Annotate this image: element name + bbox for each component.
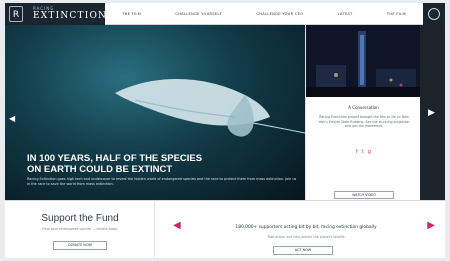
social-links: f t g bbox=[306, 149, 421, 155]
page-frame: R RACING EXTINCTION THE FILM CHALLENGE Y… bbox=[5, 3, 445, 258]
carousel-next-strip: ▶ bbox=[420, 25, 445, 200]
side-panel-text: Racing Extinction project brought the fi… bbox=[318, 115, 410, 129]
side-panel: A Conversation Racing Extinction project… bbox=[305, 25, 421, 200]
bottom-section: Support the Fund Help save endangered sp… bbox=[5, 200, 445, 258]
side-panel-title: A Conversation bbox=[348, 105, 379, 110]
watch-video-button[interactable]: WATCH VIDEO bbox=[334, 191, 394, 199]
pledge-carousel: ◀ 180,000+ supporters acting bit by bit,… bbox=[155, 201, 445, 258]
hero-headline-line-1: IN 100 YEARS, HALF OF THE SPECIES bbox=[27, 153, 203, 164]
pledge-next-arrow-icon[interactable]: ▶ bbox=[427, 221, 435, 231]
top-nav-bar: R RACING EXTINCTION THE FILM CHALLENGE Y… bbox=[5, 3, 445, 25]
nav-item-the-film[interactable]: THE FILM bbox=[122, 12, 141, 16]
pledge-text: 180,000+ supporters acting bit by bit, r… bbox=[235, 225, 377, 230]
pledge-prev-arrow-icon[interactable]: ◀ bbox=[173, 221, 181, 231]
donate-now-button[interactable]: DONATE NOW bbox=[53, 241, 107, 250]
menu-button[interactable] bbox=[423, 3, 445, 25]
pledge-subtext: Take action and help protect the planet'… bbox=[267, 235, 345, 239]
carousel-next-arrow-icon[interactable]: ▶ bbox=[428, 107, 435, 118]
empire-state-building-image bbox=[306, 25, 421, 97]
hero-banner: ◀ IN 100 YEARS, HALF OF THE SPECIES ON E… bbox=[5, 25, 305, 200]
logo-mark-icon: R bbox=[9, 6, 23, 22]
facebook-icon[interactable]: f bbox=[356, 149, 358, 155]
hero-body-text: Racing Extinction goes high tech and und… bbox=[27, 177, 297, 186]
support-fund-title: Support the Fund bbox=[41, 213, 119, 224]
google-plus-icon[interactable]: g bbox=[368, 149, 371, 155]
hero-headline: IN 100 YEARS, HALF OF THE SPECIES ON EAR… bbox=[27, 153, 257, 175]
nav-item-challenge-yourself[interactable]: CHALLENGE YOURSELF bbox=[175, 12, 222, 16]
act-now-button[interactable]: ACT NOW bbox=[273, 246, 333, 255]
manta-ray-image bbox=[115, 78, 305, 137]
twitter-icon[interactable]: t bbox=[362, 149, 364, 155]
carousel-prev-arrow-icon[interactable]: ◀ bbox=[9, 115, 15, 123]
nav-item-challenge-your-ceo[interactable]: CHALLENGE YOUR CEO bbox=[256, 12, 303, 16]
support-fund-card: Support the Fund Help save endangered sp… bbox=[5, 201, 155, 258]
main-nav: THE FILM CHALLENGE YOURSELF CHALLENGE YO… bbox=[105, 3, 423, 25]
logo-title: EXTINCTION bbox=[33, 11, 108, 21]
site-logo[interactable]: R RACING EXTINCTION bbox=[5, 3, 108, 25]
hero-headline-line-2: ON EARTH COULD BE EXTINCT bbox=[27, 164, 173, 175]
nav-item-latest[interactable]: LATEST bbox=[338, 12, 353, 16]
nav-item-the-film-2[interactable]: THE FILM bbox=[387, 12, 406, 16]
circle-menu-icon bbox=[428, 8, 440, 20]
support-fund-subtitle: Help save endangered species — donate to… bbox=[42, 227, 118, 231]
